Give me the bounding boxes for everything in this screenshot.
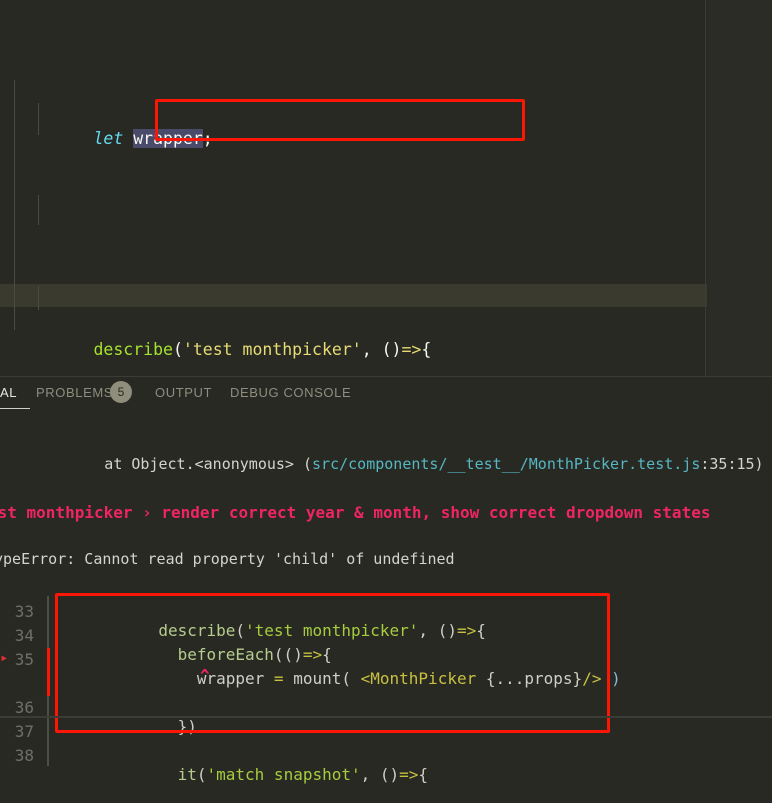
line-number: 33 bbox=[14, 602, 34, 621]
code-editor[interactable]: let wrapper; describe('test monthpicker'… bbox=[0, 0, 707, 376]
token-string-test-monthpicker: 'test monthpicker' bbox=[182, 339, 362, 359]
terminal-test-title: est monthpicker › render correct year & … bbox=[0, 503, 711, 522]
error-context-snippet: 33 34 35 36 37 38 ▸ describe('test month… bbox=[0, 588, 772, 784]
error-caret: ^ bbox=[200, 666, 210, 685]
tab-terminal[interactable]: AL bbox=[0, 385, 17, 400]
terminal-error-message: ypeError: Cannot read property 'child' o… bbox=[0, 550, 455, 568]
snippet-gutter-bar-error bbox=[47, 648, 50, 696]
error-gutter-marker: ▸ bbox=[0, 650, 9, 666]
line-number: 38 bbox=[14, 746, 34, 765]
code-line: let wrapper; bbox=[14, 104, 707, 149]
stack-prefix: at Object.<anonymous> ( bbox=[86, 455, 313, 473]
editor-code: let wrapper; describe('test monthpicker'… bbox=[0, 0, 707, 376]
line-number: 34 bbox=[14, 626, 34, 645]
tab-debug-console[interactable]: DEBUG CONSOLE bbox=[230, 385, 351, 400]
stack-path: src/components/__test__/MonthPicker.test… bbox=[312, 455, 701, 473]
token-let: let bbox=[93, 129, 124, 149]
code-line: describe('test monthpicker', ()=>{ bbox=[93, 339, 432, 359]
snippet-gutter-bar bbox=[47, 696, 49, 766]
line-number: 36 bbox=[14, 698, 34, 717]
token-wrapper: wrapper bbox=[133, 129, 203, 149]
snippet-code-line: it('match snapshot', ()=>{ bbox=[177, 765, 429, 784]
problems-count-badge: 5 bbox=[110, 381, 132, 403]
editor-minimap-area[interactable] bbox=[707, 0, 772, 376]
tab-problems[interactable]: PROBLEMS bbox=[36, 385, 113, 400]
token-arrow: => bbox=[401, 339, 422, 359]
vscode-window: let wrapper; describe('test monthpicker'… bbox=[0, 0, 772, 784]
stack-suffix: ) bbox=[754, 455, 764, 473]
stack-position: :35:15 bbox=[700, 455, 755, 473]
terminal-output[interactable]: at Object.<anonymous> (src/components/__… bbox=[0, 410, 772, 784]
line-number: 37 bbox=[14, 722, 34, 741]
snippet-gutter-bar bbox=[47, 596, 49, 648]
terminal-stack-line: at Object.<anonymous> (src/components/__… bbox=[14, 437, 764, 491]
token-describe: describe bbox=[93, 339, 173, 359]
editor-vertical-divider bbox=[705, 0, 706, 376]
tab-output[interactable]: OUTPUT bbox=[155, 385, 212, 400]
token-semicolon: ; bbox=[202, 129, 213, 149]
panel-tab-bar: AL PROBLEMS 5 OUTPUT DEBUG CONSOLE bbox=[0, 376, 772, 411]
bottom-panel: AL PROBLEMS 5 OUTPUT DEBUG CONSOLE at Ob… bbox=[0, 376, 772, 784]
tab-terminal-underline bbox=[0, 408, 30, 409]
